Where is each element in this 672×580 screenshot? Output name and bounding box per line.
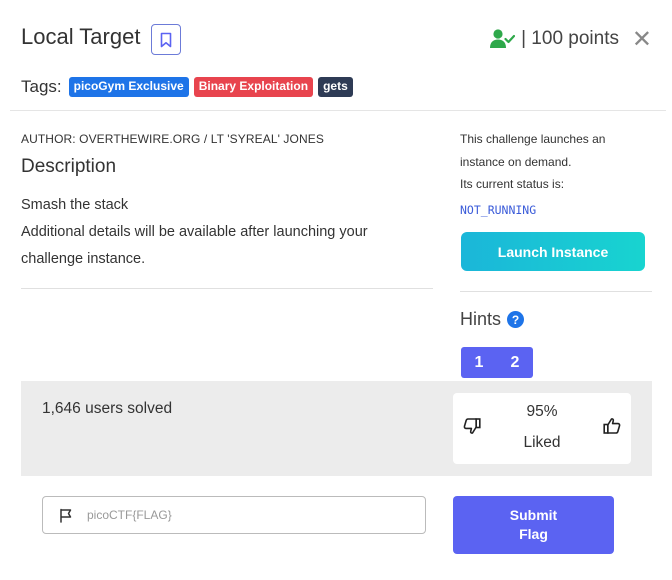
instance-status: NOT_RUNNING [460, 203, 537, 217]
submit-flag-label: Submit Flag [509, 507, 558, 542]
thumbs-up-icon[interactable] [603, 417, 621, 435]
bookmark-icon [160, 32, 172, 47]
hints-heading: Hints ? [460, 309, 525, 330]
description-line: Smash the stack [21, 197, 129, 213]
help-icon[interactable]: ? [507, 311, 525, 328]
instance-info: This challenge launches an instance on d… [460, 128, 650, 196]
submit-flag-button[interactable]: Submit Flag [453, 496, 614, 554]
close-icon[interactable]: ✕ [632, 25, 652, 54]
stats-band: 1,646 users solved 95% Liked [21, 381, 652, 476]
user-check-icon [490, 29, 516, 48]
launch-instance-button[interactable]: Launch Instance [461, 232, 645, 271]
points-label: | 100 points [521, 28, 619, 49]
flag-field[interactable] [42, 496, 426, 534]
solved-count: 1,646 users solved [42, 400, 173, 417]
hint-button-1[interactable]: 1 [461, 347, 497, 378]
description-body: Smash the stack Additional details will … [21, 192, 431, 273]
hint-buttons: 1 2 [461, 347, 533, 378]
tag-gets[interactable]: gets [318, 77, 353, 97]
description-line: Additional details will be available aft… [21, 224, 368, 267]
tag-picogym-exclusive[interactable]: picoGym Exclusive [68, 77, 189, 97]
instance-status-label: Its current status is: [460, 177, 565, 191]
tags-row: Tags: picoGym Exclusive Binary Exploitat… [21, 77, 353, 97]
sidebar-divider [460, 291, 652, 292]
challenge-header: Local Target | 100 points ✕ Tags: picoGy… [0, 0, 672, 110]
author-line: AUTHOR: OVERTHEWIRE.ORG / LT 'SYREAL' JO… [21, 132, 324, 146]
liked-label: Liked [523, 434, 561, 451]
points-display: | 100 points [489, 28, 619, 50]
description-title: Description [21, 156, 117, 177]
tags-label: Tags: [21, 77, 62, 96]
tag-binary-exploitation[interactable]: Binary Exploitation [193, 77, 314, 97]
hints-title: Hints [460, 309, 502, 329]
like-card: 95% Liked [453, 393, 631, 464]
bookmark-button[interactable] [151, 24, 181, 55]
challenge-title: Local Target [21, 24, 141, 49]
flag-input[interactable] [87, 508, 387, 522]
flag-icon [60, 508, 72, 523]
hint-button-2[interactable]: 2 [497, 347, 533, 378]
description-divider [21, 288, 433, 289]
header-divider [10, 110, 666, 111]
instance-info-line: This challenge launches an instance on d… [460, 132, 606, 169]
